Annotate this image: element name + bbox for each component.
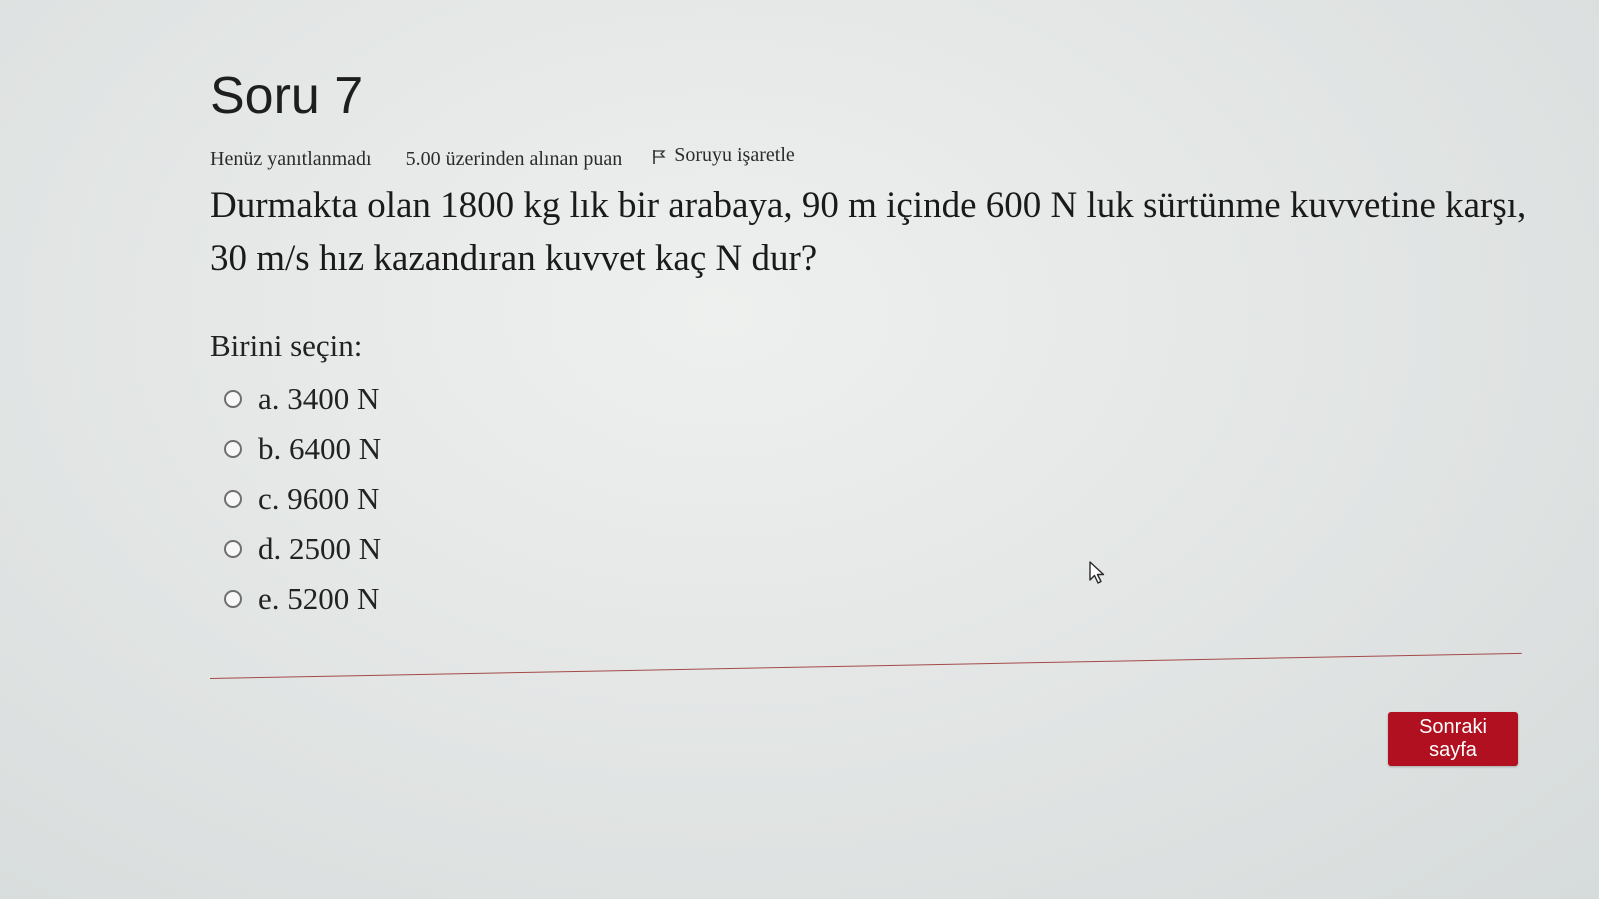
answer-list: a. 3400 N b. 6400 N c. 9600 N d. 2500 N … xyxy=(210,374,1550,624)
next-page-button[interactable]: Sonraki sayfa xyxy=(1388,712,1518,766)
answer-prompt: Birini seçin: xyxy=(210,327,363,363)
question-container: Soru 7 Henüz yanıtlanmadı 5.00 üzerinden… xyxy=(210,70,1550,624)
answer-option-a[interactable]: a. 3400 N xyxy=(224,374,1550,424)
question-text: Durmakta olan 1800 kg lık bir arabaya, 9… xyxy=(210,184,1527,280)
answer-label: a. 3400 N xyxy=(258,380,380,416)
answer-option-e[interactable]: e. 5200 N xyxy=(224,574,1550,624)
mouse-cursor-icon xyxy=(1088,560,1106,586)
radio-button[interactable] xyxy=(224,439,242,458)
question-title: Soru 7 xyxy=(210,67,364,125)
answer-option-b[interactable]: b. 6400 N xyxy=(224,424,1550,474)
answer-label: c. 9600 N xyxy=(258,480,380,516)
answer-option-c[interactable]: c. 9600 N xyxy=(224,474,1550,524)
answer-label: e. 5200 N xyxy=(258,580,380,616)
radio-button[interactable] xyxy=(224,539,242,558)
section-divider xyxy=(210,652,1522,679)
flag-question-link[interactable]: Soruyu işaretle xyxy=(652,144,795,167)
question-status: Henüz yanıtlanmadı xyxy=(210,147,372,170)
question-info: Henüz yanıtlanmadı 5.00 üzerinden alınan… xyxy=(210,144,1550,171)
question-grade: 5.00 üzerinden alınan puan xyxy=(405,147,623,170)
flag-icon xyxy=(652,148,666,164)
answer-label: b. 6400 N xyxy=(258,430,382,466)
answer-label: d. 2500 N xyxy=(258,530,382,566)
radio-button[interactable] xyxy=(224,589,242,608)
flag-question-label: Soruyu işaretle xyxy=(674,144,795,166)
radio-button[interactable] xyxy=(224,389,242,408)
answer-option-d[interactable]: d. 2500 N xyxy=(224,524,1550,574)
radio-button[interactable] xyxy=(224,489,242,508)
